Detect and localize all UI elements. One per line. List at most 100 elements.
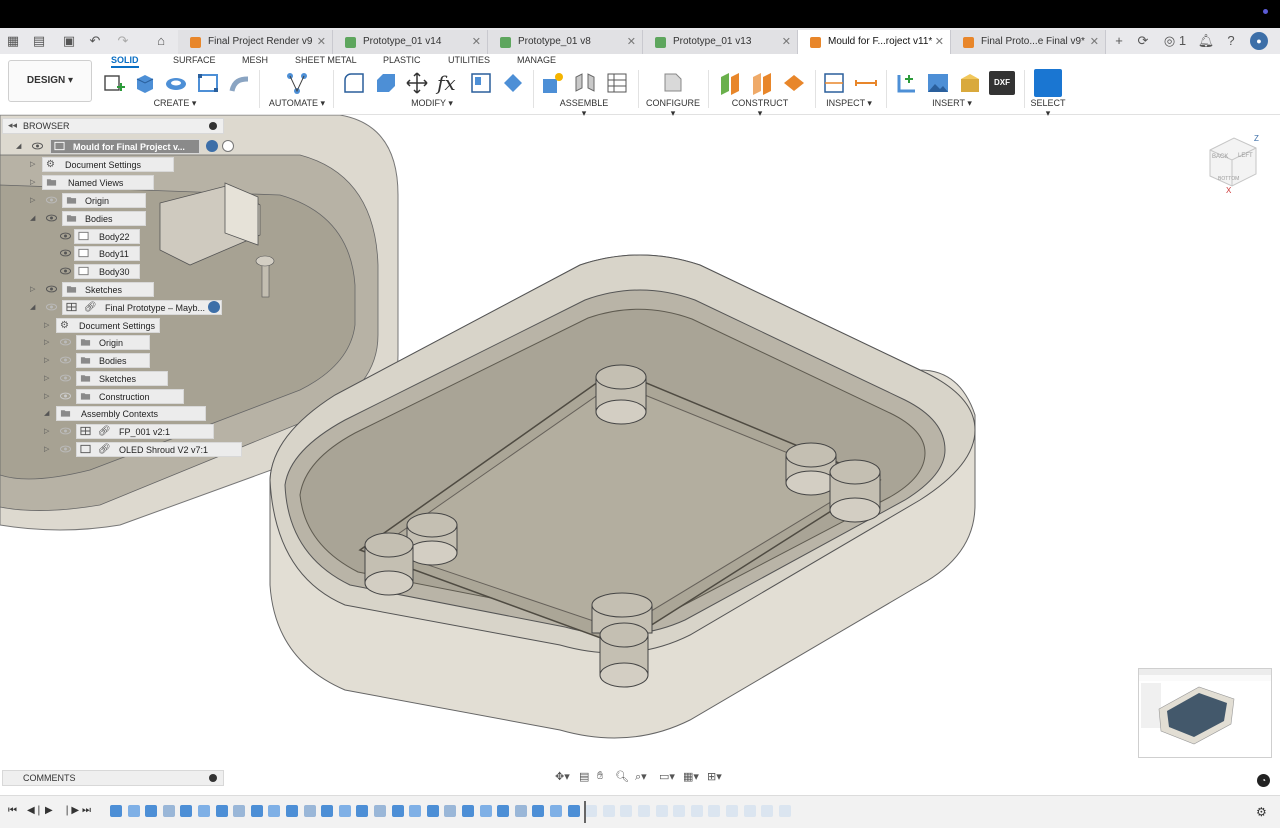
comments-panel-header[interactable]: COMMENTS	[2, 770, 224, 786]
look-at-icon[interactable]: ▤	[579, 770, 589, 783]
notifications-icon[interactable]: 🔔︎	[1197, 32, 1215, 50]
viewport-canvas[interactable]	[0, 115, 1280, 765]
tab-mesh[interactable]: MESH	[242, 54, 268, 66]
press-pull-icon[interactable]	[342, 71, 366, 95]
timeline-feature-icon[interactable]	[110, 805, 122, 817]
save-icon[interactable]: ▣	[60, 32, 78, 50]
expand-icon[interactable]: ▷	[44, 442, 49, 457]
expand-icon[interactable]: ▷	[44, 353, 49, 368]
bill-of-materials-icon[interactable]	[605, 71, 629, 95]
collapse-icon[interactable]: ◢	[30, 300, 35, 315]
fillet-icon[interactable]	[374, 71, 398, 95]
workspace-switcher[interactable]: DESIGN ▾	[8, 60, 92, 102]
timeline-feature-icon[interactable]	[726, 805, 738, 817]
measure-icon[interactable]	[822, 71, 846, 95]
sweep-icon[interactable]	[228, 71, 252, 95]
expand-icon[interactable]: ▷	[44, 318, 49, 333]
timeline-feature-icon[interactable]	[690, 805, 703, 817]
automate-icon[interactable]	[285, 71, 309, 95]
revolve-icon[interactable]	[164, 71, 188, 95]
timeline-feature-icon[interactable]	[374, 805, 386, 817]
visibility-eye-icon[interactable]	[60, 356, 71, 364]
timeline-feature-icon[interactable]	[444, 805, 457, 817]
timeline-feature-icon[interactable]	[567, 805, 580, 817]
browser-panel-header[interactable]: ◂◂ BROWSER	[2, 118, 224, 134]
tab-manage[interactable]: MANAGE	[517, 54, 556, 66]
viewports-icon[interactable]: ⊞▾	[707, 770, 722, 783]
tab-prototype-v8[interactable]: Prototype_01 v8 ✕	[488, 30, 643, 54]
view-cube[interactable]: BACK LEFT BOTTOM Z X	[1204, 130, 1262, 194]
configure-icon[interactable]	[661, 71, 685, 95]
display-settings-icon[interactable]: ▭▾	[659, 770, 675, 783]
timeline-feature-icon[interactable]	[356, 805, 369, 817]
timeline-feature-icon[interactable]	[391, 805, 404, 817]
extensions-icon[interactable]: ⟳	[1134, 32, 1152, 50]
visibility-eye-icon[interactable]	[60, 374, 71, 382]
timeline-feature-icon[interactable]	[655, 805, 668, 817]
timeline-feature-icon[interactable]	[321, 805, 334, 817]
new-component-icon[interactable]	[541, 71, 565, 95]
plane-along-path-icon[interactable]	[782, 71, 806, 95]
joint-icon[interactable]	[573, 71, 597, 95]
timeline-feature-icon[interactable]	[602, 805, 615, 817]
timeline-feature-icon[interactable]	[585, 805, 598, 817]
appearance-icon[interactable]	[501, 71, 525, 95]
undo-icon[interactable]: ↶	[86, 32, 104, 50]
go-to-end-icon[interactable]: ⏭︎	[82, 805, 91, 816]
step-back-icon[interactable]: ◀❘	[27, 805, 43, 816]
create-menu[interactable]: CREATE ▾	[153, 98, 197, 109]
select-tool-icon[interactable]	[1034, 69, 1062, 97]
minimize-icon[interactable]	[209, 122, 217, 130]
tab-mould-active[interactable]: Mould for F...roject v11* ✕	[798, 30, 951, 54]
timeline-feature-icon[interactable]	[409, 805, 422, 817]
root-document-label[interactable]: Mould for Final Project v...	[50, 139, 200, 154]
go-to-start-icon[interactable]: ⏮︎	[8, 805, 17, 816]
close-icon[interactable]: ✕	[782, 30, 791, 54]
tab-final-project-render[interactable]: Final Project Render v9 ✕	[178, 30, 333, 54]
job-status[interactable]: ◎ 1	[1160, 32, 1190, 50]
timeline-feature-icon[interactable]	[250, 805, 263, 817]
close-icon[interactable]: ✕	[1090, 30, 1099, 54]
expand-icon[interactable]: ▷	[30, 157, 35, 172]
timeline-feature-icon[interactable]	[338, 805, 351, 817]
insert-derive-icon[interactable]	[895, 71, 919, 95]
expand-icon[interactable]: ▷	[44, 389, 49, 404]
insert-mcmaster-icon[interactable]	[958, 71, 982, 95]
close-icon[interactable]: ✕	[935, 30, 944, 54]
timeline-feature-icon[interactable]	[532, 805, 545, 817]
visibility-eye-icon[interactable]	[46, 303, 57, 311]
close-icon[interactable]: ✕	[472, 30, 481, 54]
tab-sheet-metal[interactable]: SHEET METAL	[295, 54, 357, 66]
timeline-feature-icon[interactable]	[620, 805, 633, 817]
timeline-feature-icon[interactable]	[497, 805, 510, 817]
timeline-feature-icon[interactable]	[462, 805, 474, 817]
collapse-panel-icon[interactable]: ◂◂	[8, 120, 17, 131]
timeline-feature-icon[interactable]	[743, 805, 756, 817]
home-icon[interactable]: ⌂	[152, 32, 170, 50]
midplane-icon[interactable]	[750, 71, 774, 95]
timeline-feature-icon[interactable]	[215, 805, 228, 817]
activate-radio-icon[interactable]	[222, 140, 234, 152]
section-analysis-icon[interactable]	[854, 71, 878, 95]
tab-prototype-v14[interactable]: Prototype_01 v14 ✕	[333, 30, 488, 54]
close-icon[interactable]: ✕	[627, 30, 636, 54]
fit-icon[interactable]: ⌕▾	[635, 770, 647, 784]
timeline-feature-icon[interactable]	[514, 805, 527, 817]
tab-surface[interactable]: SURFACE	[173, 54, 216, 66]
timeline-marker[interactable]	[584, 801, 586, 823]
tab-plastic[interactable]: PLASTIC	[383, 54, 421, 66]
timeline-feature-icon[interactable]	[180, 805, 193, 817]
create-sketch-icon[interactable]	[102, 71, 126, 95]
expand-icon[interactable]: ▷	[30, 282, 35, 297]
chat-icon[interactable]: ◔	[1257, 774, 1270, 787]
offset-plane-icon[interactable]	[718, 71, 742, 95]
insert-image-icon[interactable]	[926, 71, 950, 95]
move-icon[interactable]	[405, 71, 429, 95]
grid-settings-icon[interactable]: ▦▾	[683, 770, 699, 783]
visibility-eye-icon[interactable]	[60, 232, 71, 240]
automate-menu[interactable]: AUTOMATE ▾	[268, 98, 326, 109]
collapse-icon[interactable]: ◢	[44, 406, 49, 421]
visibility-eye-icon[interactable]	[46, 196, 57, 204]
timeline-feature-icon[interactable]	[550, 805, 562, 817]
expand-icon[interactable]: ▷	[44, 335, 49, 350]
